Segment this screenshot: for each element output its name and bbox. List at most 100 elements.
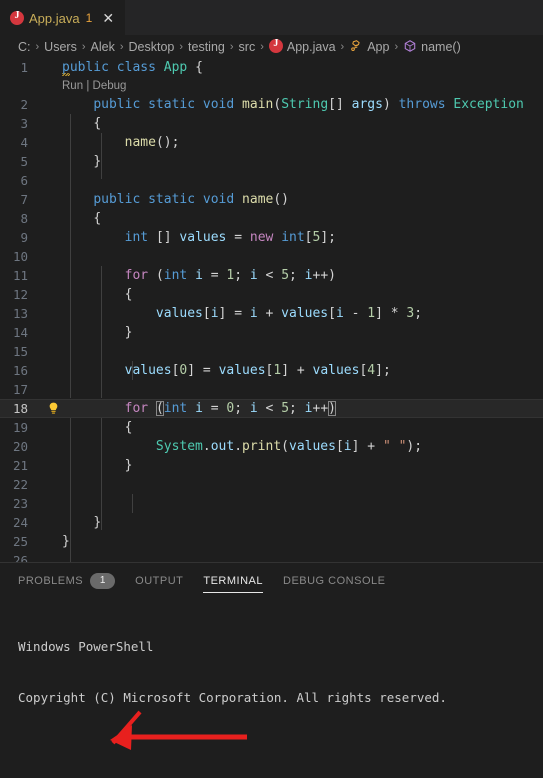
glyph-margin[interactable] — [44, 228, 62, 247]
line-number: 8 — [20, 211, 28, 226]
code-text: int [] values = new int[5]; — [124, 230, 336, 245]
code-line[interactable]: 4 name(); — [0, 133, 543, 152]
glyph-margin[interactable] — [44, 399, 62, 418]
glyph-margin[interactable] — [44, 380, 62, 399]
breadcrumb-item-app-java[interactable]: App.java — [287, 40, 336, 54]
code-line[interactable]: 15 — [0, 342, 543, 361]
breadcrumb-separator: › — [260, 40, 264, 53]
breadcrumb-separator: › — [340, 40, 345, 53]
code-line[interactable]: 26 — [0, 551, 543, 562]
code-line[interactable]: 6 — [0, 171, 543, 190]
glyph-margin[interactable] — [44, 114, 62, 133]
code-line[interactable]: 19 { — [0, 418, 543, 437]
close-icon[interactable]: ✕ — [100, 10, 116, 26]
breadcrumb-item-name-method[interactable]: name() — [421, 40, 461, 54]
breadcrumb-item-alek[interactable]: Alek — [91, 40, 115, 54]
code-text: { — [93, 211, 102, 226]
code-line[interactable]: 11 for (int i = 1; i < 5; i++) — [0, 266, 543, 285]
indent-guide — [132, 494, 133, 513]
indent-guide — [101, 418, 102, 530]
line-number: 23 — [12, 496, 28, 511]
editor-tab-bar: App.java 1 ✕ — [0, 0, 543, 35]
code-line[interactable]: 2 public static void main(String[] args)… — [0, 95, 543, 114]
terminal-output[interactable]: Windows PowerShell Copyright (C) Microso… — [0, 598, 543, 778]
editor-tab-app-java[interactable]: App.java 1 ✕ — [0, 0, 126, 35]
code-text: public static void name() — [93, 192, 290, 207]
codelens-debug-link[interactable]: Debug — [93, 80, 127, 92]
glyph-margin[interactable] — [44, 418, 62, 437]
code-line[interactable]: 17 — [0, 380, 543, 399]
line-number: 1 — [20, 60, 28, 75]
glyph-margin[interactable] — [44, 247, 62, 266]
line-number: 17 — [12, 382, 28, 397]
tab-problems[interactable]: PROBLEMS 1 — [18, 563, 116, 598]
breadcrumb-separator: › — [179, 40, 184, 53]
breadcrumb-item-testing[interactable]: testing — [188, 40, 225, 54]
code-line[interactable]: 10 — [0, 247, 543, 266]
codelens-run-debug[interactable]: Run | Debug — [0, 77, 543, 95]
glyph-margin[interactable] — [44, 494, 62, 513]
glyph-margin[interactable] — [44, 437, 62, 456]
glyph-margin[interactable] — [44, 475, 62, 494]
tab-output[interactable]: OUTPUT — [135, 563, 183, 598]
code-text: values[0] = values[1] + values[4]; — [124, 363, 391, 378]
breadcrumb-item-users[interactable]: Users — [44, 40, 77, 54]
codelens-run-link[interactable]: Run — [62, 80, 83, 92]
lightbulb-icon[interactable] — [48, 402, 59, 415]
glyph-margin[interactable] — [44, 361, 62, 380]
breadcrumb-item-desktop[interactable]: Desktop — [129, 40, 175, 54]
breadcrumb-item-c[interactable]: C: — [18, 40, 31, 54]
code-text: } — [124, 325, 133, 340]
code-line[interactable]: 5 } — [0, 152, 543, 171]
glyph-margin[interactable] — [44, 152, 62, 171]
bottom-panel: PROBLEMS 1 OUTPUT TERMINAL DEBUG CONSOLE… — [0, 562, 543, 778]
code-line[interactable]: 1 public class App { — [0, 58, 543, 77]
glyph-margin[interactable] — [44, 190, 62, 209]
code-line[interactable]: 25 } — [0, 532, 543, 551]
breadcrumb-item-src[interactable]: src — [239, 40, 256, 54]
tab-problems-label: PROBLEMS — [18, 574, 84, 587]
code-editor[interactable]: 1 public class App { Run | Debug 2 publi… — [0, 58, 543, 562]
glyph-margin[interactable] — [44, 266, 62, 285]
code-line[interactable]: 24 } — [0, 513, 543, 532]
glyph-margin[interactable] — [44, 95, 62, 114]
code-line[interactable]: 22 — [0, 475, 543, 494]
code-line[interactable]: 20 System.out.print(values[i] + " "); — [0, 437, 543, 456]
code-text: for (int i = 0; i < 5; i++) — [124, 401, 336, 416]
code-line[interactable]: 7 public static void name() — [0, 190, 543, 209]
code-line[interactable]: 3 { — [0, 114, 543, 133]
glyph-margin[interactable] — [44, 513, 62, 532]
tab-bar-empty-area — [125, 0, 543, 35]
line-number: 15 — [12, 344, 28, 359]
glyph-margin[interactable] — [44, 171, 62, 190]
glyph-margin[interactable] — [44, 58, 62, 77]
code-line[interactable]: 14 } — [0, 323, 543, 342]
breadcrumb-item-app-class[interactable]: App — [367, 40, 389, 54]
glyph-margin[interactable] — [44, 456, 62, 475]
code-text: { — [93, 116, 102, 131]
code-line[interactable]: 16 values[0] = values[1] + values[4]; — [0, 361, 543, 380]
code-line[interactable]: 12 { — [0, 285, 543, 304]
glyph-margin[interactable] — [44, 551, 62, 562]
glyph-margin[interactable] — [44, 532, 62, 551]
code-line[interactable]: 8 { — [0, 209, 543, 228]
glyph-margin[interactable] — [44, 323, 62, 342]
tab-debug-console[interactable]: DEBUG CONSOLE — [283, 563, 385, 598]
line-number: 12 — [12, 287, 28, 302]
code-text: { — [124, 287, 133, 302]
breadcrumb-separator: › — [35, 40, 40, 53]
code-line-active[interactable]: 18 for (int i = 0; i < 5; i++) — [0, 399, 543, 418]
code-line[interactable]: 13 values[i] = i + values[i - 1] * 3; — [0, 304, 543, 323]
indent-guide — [101, 266, 102, 398]
tab-debug-console-label: DEBUG CONSOLE — [283, 574, 386, 587]
code-line[interactable]: 21 } — [0, 456, 543, 475]
glyph-margin[interactable] — [44, 285, 62, 304]
tab-terminal[interactable]: TERMINAL — [203, 563, 263, 598]
glyph-margin[interactable] — [44, 209, 62, 228]
glyph-margin[interactable] — [44, 304, 62, 323]
glyph-margin[interactable] — [44, 342, 62, 361]
code-line[interactable]: 23 — [0, 494, 543, 513]
code-line[interactable]: 9 int [] values = new int[5]; — [0, 228, 543, 247]
glyph-margin[interactable] — [44, 133, 62, 152]
